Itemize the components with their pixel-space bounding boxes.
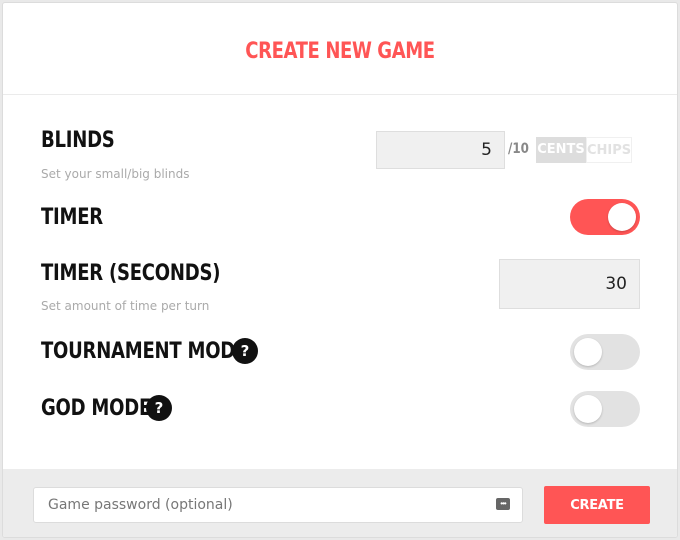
god-mode-label: GOD MODE xyxy=(41,396,152,421)
timer-seconds-hint: Set amount of time per turn xyxy=(41,299,210,313)
blinds-hint: Set your small/big blinds xyxy=(41,167,190,181)
tournament-mode-toggle[interactable] xyxy=(570,334,640,370)
small-blind-input[interactable] xyxy=(376,131,505,169)
toggle-knob xyxy=(574,395,602,423)
god-mode-help-icon[interactable]: ? xyxy=(146,395,172,421)
create-game-dialog: CREATE NEW GAME BLINDS Set your small/bi… xyxy=(2,2,678,538)
timer-seconds-label: TIMER (SECONDS) xyxy=(41,261,221,286)
tournament-mode-label: TOURNAMENT MODE xyxy=(41,339,248,364)
timer-seconds-input[interactable] xyxy=(499,259,640,309)
unit-option-chips[interactable]: CHIPS xyxy=(586,137,632,163)
big-blind-suffix: /10 xyxy=(508,141,529,157)
game-password-input[interactable] xyxy=(33,487,523,523)
unit-option-cents[interactable]: CENTS xyxy=(536,137,586,163)
create-button[interactable]: CREATE xyxy=(544,486,650,524)
god-mode-toggle[interactable] xyxy=(570,391,640,427)
dialog-title: CREATE NEW GAME xyxy=(245,39,435,64)
toggle-knob xyxy=(608,203,636,231)
dialog-footer: ••• CREATE xyxy=(3,469,677,537)
tournament-help-icon[interactable]: ? xyxy=(232,338,258,364)
timer-label: TIMER xyxy=(41,205,103,230)
password-manager-icon[interactable]: ••• xyxy=(496,498,510,510)
timer-toggle[interactable] xyxy=(570,199,640,235)
toggle-knob xyxy=(574,338,602,366)
blinds-label: BLINDS xyxy=(41,128,115,153)
dialog-header: CREATE NEW GAME xyxy=(3,3,677,95)
